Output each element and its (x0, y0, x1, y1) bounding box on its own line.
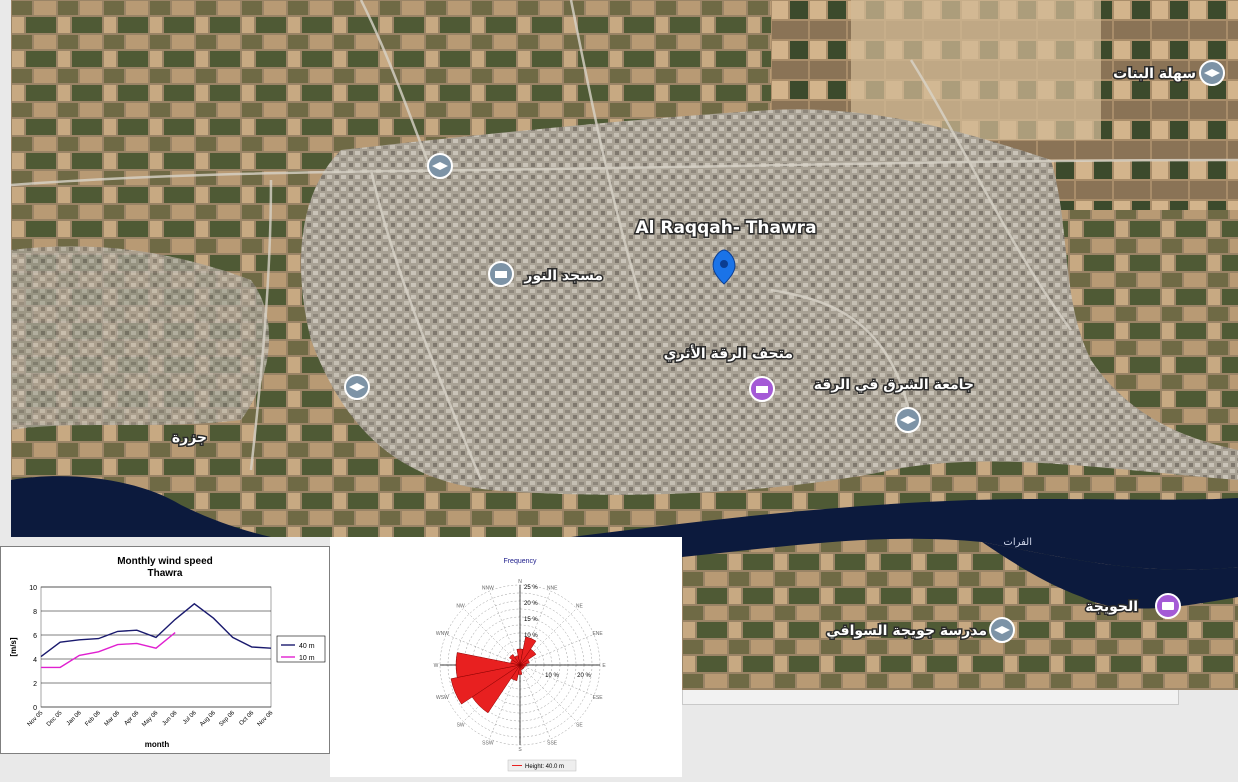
rose-direction-label: NW (456, 604, 465, 610)
rose-spoke (519, 664, 595, 696)
x-tick-label: Feb 06 (84, 710, 102, 728)
wind-speed-chart: Monthly wind speed Thawra [m/s] month 0 2… (0, 546, 330, 754)
rose-direction-label: E (602, 663, 606, 669)
wind-rose-chart: Frequency N NNE NE ENE E ESE SE SSE S SSW SW WSW W WN… (330, 537, 682, 777)
y-tick-label: 0 (33, 705, 37, 712)
plot-area (40, 586, 272, 708)
rose-direction-label: SE (576, 722, 583, 728)
rose-direction-label: WNW (436, 631, 449, 637)
rose-spoke (489, 590, 521, 666)
rose-direction-label: S (518, 747, 522, 753)
rose-radial-label: 20 % (524, 601, 538, 607)
rose-direction-label: NNE (547, 585, 558, 591)
center-label: Al Raqqah- Thawra (635, 218, 816, 238)
rose-direction-label: N (518, 579, 522, 585)
rose-radial-label: 15 % (524, 617, 538, 623)
chart-ylabel: [m/s] (9, 637, 18, 656)
place-label: مسجد النور (523, 268, 603, 284)
place-label: جامعة الشرق في الرقة (814, 377, 974, 393)
rose-radial-label: 10 % (524, 633, 538, 639)
chart-title: Monthly wind speed (117, 556, 213, 567)
y-tick-label: 4 (33, 657, 37, 664)
y-tick-label: 10 (29, 585, 37, 592)
rose-legend-label: Height: 40.0 m (525, 764, 564, 770)
x-tick-label: Jul 06 (182, 710, 198, 726)
x-tick-label: Jan 06 (66, 710, 83, 727)
y-tick-label: 6 (33, 633, 37, 640)
x-tick-label: May 06 (141, 710, 160, 729)
place-school-2[interactable] (427, 153, 453, 179)
rose-direction-label: SW (457, 722, 465, 728)
rose-direction-label: NNW (482, 585, 494, 591)
x-tick-label: Oct 06 (238, 710, 255, 727)
y-tick-label: 2 (33, 681, 37, 688)
rose-radial-label: 25 % (524, 585, 538, 591)
place-euphrates-label: الفرات (1003, 537, 1032, 548)
rose-direction-label: W (434, 663, 439, 669)
wind-speed-chart-svg: Monthly wind speed Thawra [m/s] month 0 2… (9, 556, 326, 749)
chart-subtitle: Thawra (147, 568, 182, 579)
x-tick-label: Mar 06 (104, 710, 122, 728)
place-label: مدرسة جويجة السوافي (826, 623, 987, 639)
satellite-map[interactable]: Al Raqqah- Thawra سهلة البنات مسجد النور… (11, 0, 1238, 537)
place-school-3[interactable] (344, 374, 370, 400)
rose-title: Frequency (503, 558, 537, 565)
x-tick-label: Apr 06 (123, 710, 140, 727)
info-panel-strip (682, 690, 1179, 705)
rose-axis-label: 10 % (545, 673, 559, 679)
x-tick-label: Jun 06 (162, 710, 179, 727)
rose-axis-label: 20 % (577, 673, 591, 679)
wind-rose-svg: Frequency N NNE NE ENE E ESE SE SSE S SSW SW WSW W WN… (434, 558, 606, 772)
x-tick-label: Nov 06 (257, 710, 275, 728)
x-tick-label: Sep 06 (218, 710, 236, 728)
rose-direction-label: NE (576, 604, 584, 610)
x-tick-label: Aug 06 (199, 710, 217, 728)
place-label: سهلة البنات (1113, 66, 1196, 82)
place-label: الحويجة (1085, 599, 1138, 615)
rose-direction-label: SSE (547, 741, 558, 747)
place-jazra-label: جزرة (172, 430, 207, 446)
x-tick-label: Nov 05 (27, 710, 45, 728)
rose-direction-label: ESE (593, 695, 604, 701)
legend-label: 40 m (299, 643, 315, 650)
rose-direction-label: SSW (482, 741, 494, 747)
legend-label: 10 m (299, 655, 315, 662)
map-surface-lower[interactable]: الفرات الحويجة مدرسة جويجة السوافي (682, 537, 1238, 690)
rose-legend: Height: 40.0 m (507, 759, 577, 772)
rose-direction-label: WSW (436, 695, 449, 701)
map-surface[interactable]: Al Raqqah- Thawra سهلة البنات مسجد النور… (11, 0, 1238, 537)
rose-direction-label: ENE (592, 631, 603, 637)
y-tick-label: 8 (33, 609, 37, 616)
x-tick-label: Dec 05 (46, 710, 64, 728)
place-label: متحف الرقة الأثري (664, 345, 793, 363)
chart-xlabel: month (145, 740, 170, 749)
satellite-map-lower[interactable]: الفرات الحويجة مدرسة جويجة السوافي (682, 537, 1238, 690)
